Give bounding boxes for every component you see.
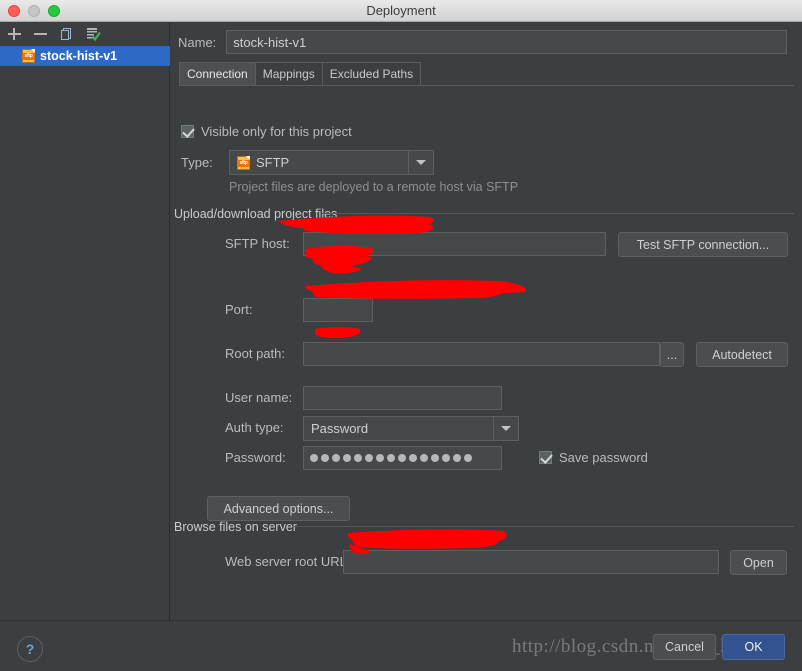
password-dot (464, 454, 472, 462)
password-dot (398, 454, 406, 462)
tab-mappings[interactable]: Mappings (254, 62, 323, 85)
save-password-row[interactable]: Save password (539, 450, 648, 465)
root-path-input[interactable] (303, 342, 660, 366)
password-dot (321, 454, 329, 462)
sidebar-toolbar (0, 22, 170, 46)
web-root-url-input[interactable] (343, 550, 719, 574)
password-dot (409, 454, 417, 462)
type-label: Type: (181, 155, 213, 170)
root-path-label: Root path: (225, 346, 285, 361)
port-input[interactable] (303, 298, 373, 322)
visible-only-label: Visible only for this project (201, 124, 352, 139)
tab-bar: Connection Mappings Excluded Paths (179, 62, 794, 86)
port-label: Port: (225, 302, 253, 317)
browse-group-rule (292, 526, 794, 527)
name-row: Name: (178, 30, 788, 54)
type-row: Type: sftp SFTP (181, 150, 434, 175)
visible-only-checkbox[interactable] (181, 125, 194, 138)
password-dot (310, 454, 318, 462)
deployment-dialog: Deployment sftp stock-hist-v1 Name: stoc… (0, 0, 802, 671)
upload-group-label: Upload/download project files (174, 207, 338, 221)
tab-excluded-paths[interactable]: Excluded Paths (321, 62, 422, 85)
user-name-input[interactable] (303, 386, 502, 410)
copy-server-icon[interactable] (59, 26, 75, 42)
remove-server-icon[interactable] (33, 26, 49, 42)
auth-type-value: Password (311, 421, 369, 436)
password-dot (365, 454, 373, 462)
upload-group-rule (322, 213, 794, 214)
test-sftp-connection-button[interactable]: Test SFTP connection... (618, 232, 788, 257)
password-dot (442, 454, 450, 462)
window-titlebar: Deployment (0, 0, 802, 22)
sftp-icon: sftp (22, 49, 35, 63)
sftp-host-label: SFTP host: (225, 236, 290, 251)
deployment-sidebar: sftp stock-hist-v1 (0, 22, 170, 620)
cancel-button[interactable]: Cancel (653, 634, 716, 660)
password-mask (304, 447, 501, 469)
sftp-host-input[interactable] (303, 232, 606, 256)
type-chevron-down-icon[interactable] (408, 151, 433, 174)
password-dot (354, 454, 362, 462)
password-dot (431, 454, 439, 462)
help-button[interactable]: ? (17, 636, 43, 662)
save-password-checkbox[interactable] (539, 451, 552, 464)
advanced-options-button[interactable]: Advanced options... (207, 496, 350, 521)
auth-type-select[interactable]: Password (303, 416, 519, 441)
sidebar-item-stock-hist-v1[interactable]: sftp stock-hist-v1 (0, 46, 170, 66)
save-password-label: Save password (559, 450, 648, 465)
add-server-icon[interactable] (7, 26, 23, 42)
password-dot (343, 454, 351, 462)
password-dot (376, 454, 384, 462)
name-input[interactable] (226, 30, 788, 54)
web-root-url-label: Web server root URL: (225, 554, 351, 569)
password-dot (420, 454, 428, 462)
tab-connection[interactable]: Connection (179, 62, 256, 85)
password-input[interactable] (303, 446, 502, 470)
type-select[interactable]: sftp SFTP (229, 150, 434, 175)
open-button[interactable]: Open (730, 550, 787, 575)
type-value: SFTP (256, 155, 290, 170)
name-label: Name: (178, 34, 217, 50)
window-title: Deployment (366, 3, 436, 18)
sftp-icon-label: sftp (22, 53, 35, 60)
set-default-server-icon[interactable] (85, 26, 101, 42)
connection-tab-content: Visible only for this project Type: sftp… (171, 88, 802, 620)
sftp-type-icon: sftp (237, 155, 250, 170)
ok-button[interactable]: OK (722, 634, 785, 660)
password-dot (453, 454, 461, 462)
sftp-type-icon-label: sftp (237, 159, 250, 167)
connection-panel: Name: Connection Mappings Excluded Paths… (171, 22, 802, 620)
auth-type-label: Auth type: (225, 420, 284, 435)
password-dot (387, 454, 395, 462)
auth-type-chevron-down-icon[interactable] (493, 417, 518, 440)
user-name-label: User name: (225, 390, 293, 405)
autodetect-button[interactable]: Autodetect (696, 342, 788, 367)
visible-only-row[interactable]: Visible only for this project (181, 124, 352, 139)
type-hint: Project files are deployed to a remote h… (229, 180, 519, 194)
password-label: Password: (225, 450, 286, 465)
password-dot (332, 454, 340, 462)
sidebar-item-label: stock-hist-v1 (40, 49, 118, 63)
root-path-browse-button[interactable]: ... (660, 342, 684, 367)
browse-group-label: Browse files on server (174, 520, 297, 534)
